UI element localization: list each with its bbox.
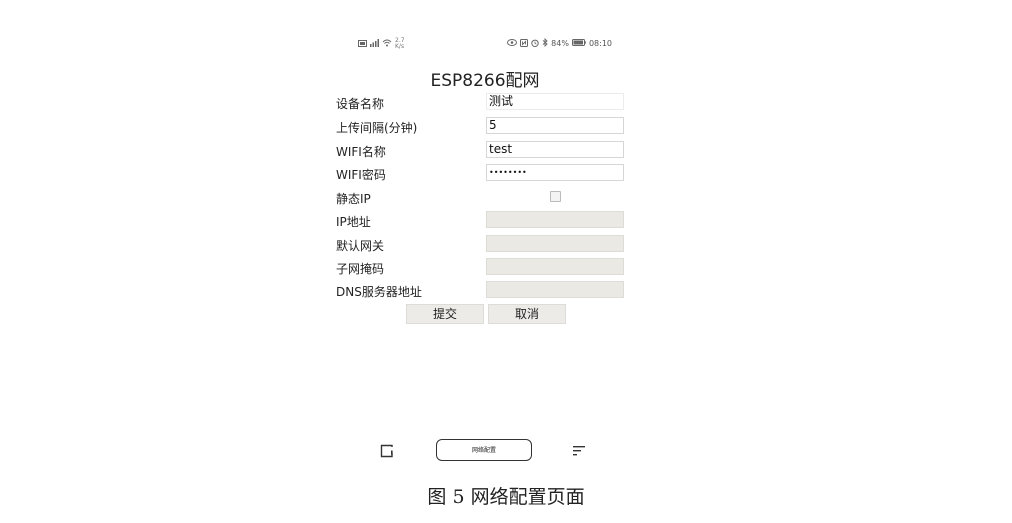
menu-icon[interactable]: [572, 443, 586, 457]
dns-label: DNS服务器地址: [336, 285, 422, 299]
row-wifi-name: WIFI名称 test: [336, 140, 628, 162]
net-speed: 2.7 K/s: [395, 37, 405, 50]
page-title: ESP8266配网: [430, 71, 540, 91]
gateway-input[interactable]: [486, 235, 624, 252]
dns-input[interactable]: [486, 281, 624, 298]
static-ip-label: 静态IP: [336, 192, 371, 206]
row-ip-address: IP地址: [336, 210, 628, 232]
gateway-label: 默认网关: [336, 239, 385, 253]
wifi-icon: [382, 39, 392, 49]
row-static-ip: 静态IP: [336, 187, 628, 209]
wifi-password-input[interactable]: ••••••••: [486, 164, 624, 181]
nav-bar: 网络配置: [330, 435, 640, 465]
ip-address-input[interactable]: [486, 211, 624, 228]
wifi-password-label: WIFI密码: [336, 168, 386, 182]
upload-interval-input[interactable]: 5: [486, 117, 624, 134]
form-actions: 提交 取消: [406, 304, 566, 324]
phone-screen: 2.7 K/s 84% 08:10 ESP8266配网 设备名称 测试 上传间隔…: [330, 30, 640, 470]
ip-address-label: IP地址: [336, 215, 371, 229]
bluetooth-icon: [542, 37, 548, 49]
sim-icon: [358, 39, 367, 49]
subnet-mask-label: 子网掩码: [336, 262, 385, 276]
battery-percent: 84%: [551, 39, 569, 48]
cancel-button[interactable]: 取消: [488, 304, 566, 324]
alarm-icon: [531, 39, 539, 49]
static-ip-checkbox[interactable]: [550, 191, 561, 202]
signal-icon: [370, 39, 379, 49]
status-time: 08:10: [588, 39, 612, 48]
nav-center-pill[interactable]: 网络配置: [436, 439, 532, 461]
battery-icon: [571, 39, 586, 48]
row-upload-interval: 上传间隔(分钟) 5: [336, 116, 628, 138]
device-name-label: 设备名称: [336, 97, 385, 111]
row-subnet-mask: 子网掩码: [336, 257, 628, 279]
figure-caption: 图 5 网络配置页面: [427, 486, 585, 508]
row-gateway: 默认网关: [336, 234, 628, 256]
eye-icon: [507, 39, 518, 48]
recent-apps-icon[interactable]: [380, 443, 394, 458]
row-device-name: 设备名称 测试: [336, 92, 628, 114]
status-bar: 2.7 K/s 84% 08:10: [330, 38, 640, 52]
status-bar-right: 84% 08:10: [507, 37, 612, 49]
status-bar-left: 2.7 K/s: [358, 38, 405, 50]
device-name-input[interactable]: 测试: [486, 93, 624, 110]
wifi-name-label: WIFI名称: [336, 145, 386, 159]
submit-button[interactable]: 提交: [406, 304, 484, 324]
row-wifi-password: WIFI密码 ••••••••: [336, 163, 628, 185]
subnet-mask-input[interactable]: [486, 258, 624, 275]
nfc-icon: [520, 38, 529, 49]
wifi-name-input[interactable]: test: [486, 141, 624, 158]
row-dns: DNS服务器地址: [336, 280, 628, 302]
upload-interval-label: 上传间隔(分钟): [336, 121, 418, 135]
